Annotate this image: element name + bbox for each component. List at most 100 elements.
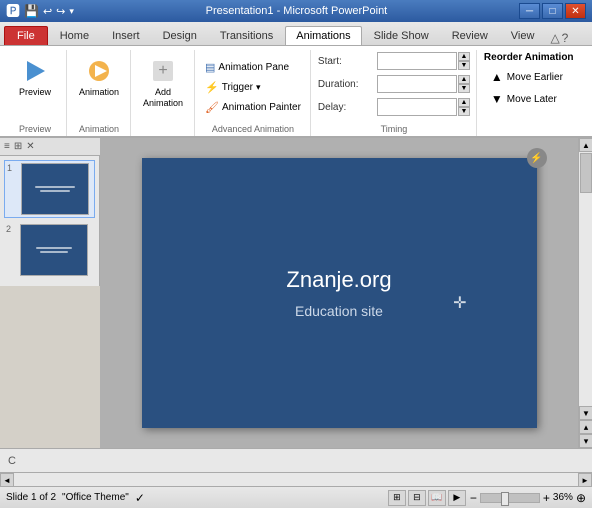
slideshow-button[interactable]: ▶ <box>448 490 466 506</box>
maximize-button[interactable]: □ <box>542 3 563 19</box>
status-right: ⊞ ⊟ 📖 ▶ − + 36% ⊕ <box>388 490 586 506</box>
ribbon-group-animation: Animation Animation <box>68 50 131 136</box>
panel-slides-icon[interactable]: ⊞ <box>14 141 22 152</box>
adv-col: ▤ Animation Pane ⚡ Trigger ▾ 🖌 Animation… <box>200 58 306 117</box>
tab-home[interactable]: Home <box>49 26 100 45</box>
duration-up[interactable]: ▲ <box>458 75 470 84</box>
slide-subtitle: Education site <box>295 303 383 319</box>
slide-preview-2 <box>20 224 88 276</box>
move-earlier-icon: ▲ <box>491 70 503 84</box>
close-button[interactable]: ✕ <box>565 3 586 19</box>
animation-label: Animation <box>79 87 119 98</box>
duration-input[interactable] <box>377 75 457 93</box>
zoom-slider[interactable] <box>480 493 540 503</box>
slide-preview-lines-1 <box>31 182 79 196</box>
scroll-extra-up[interactable]: ▴ <box>579 420 592 434</box>
scroll-up-button[interactable]: ▲ <box>579 138 592 152</box>
view-buttons: ⊞ ⊟ 📖 ▶ <box>388 490 466 506</box>
preview-button[interactable]: Preview <box>10 52 60 101</box>
delay-down[interactable]: ▼ <box>458 107 470 116</box>
tab-slideshow[interactable]: Slide Show <box>363 26 440 45</box>
tab-design[interactable]: Design <box>152 26 208 45</box>
title-bar-left: 🅿 💾 ↩ ↪ ▾ <box>6 1 74 21</box>
spellcheck-icon[interactable]: ✓ <box>135 491 145 505</box>
preview-icon <box>19 55 51 87</box>
ribbon-group-timing: Start: ▲ ▼ Duration: ▲ ▼ <box>312 50 477 136</box>
slide-thumb-2[interactable]: 2 <box>4 222 95 278</box>
zoom-in-button[interactable]: + <box>543 491 550 505</box>
animation-button[interactable]: Animation <box>74 52 124 101</box>
slide-num-2: 2 <box>6 224 16 234</box>
animation-group-label: Animation <box>79 122 119 134</box>
slide-sorter-button[interactable]: ⊟ <box>408 490 426 506</box>
zoom-level: 36% <box>553 492 573 503</box>
quick-undo[interactable]: ↩ <box>43 5 52 18</box>
scroll-thumb-v[interactable] <box>580 153 592 193</box>
delay-spinner: ▲ ▼ <box>458 98 470 116</box>
preview-line-4 <box>40 251 68 253</box>
tab-transitions[interactable]: Transitions <box>209 26 284 45</box>
start-input[interactable] <box>377 52 457 70</box>
slide-num-1: 1 <box>7 163 17 173</box>
start-spinner: ▲ ▼ <box>458 52 470 70</box>
start-down[interactable]: ▼ <box>458 61 470 70</box>
scroll-track-h[interactable] <box>14 473 578 486</box>
panel-outline-icon[interactable]: ≡ <box>4 141 10 152</box>
preview-label: Preview <box>19 87 51 98</box>
scroll-extra-down[interactable]: ▾ <box>579 434 592 448</box>
vertical-scrollbar: ▲ ▼ ▴ ▾ <box>578 138 592 448</box>
fit-button[interactable]: ⊕ <box>576 491 586 505</box>
theme-name: "Office Theme" <box>62 492 129 503</box>
duration-spinner: ▲ ▼ <box>458 75 470 93</box>
ribbon-help[interactable]: ? <box>562 31 569 45</box>
duration-down[interactable]: ▼ <box>458 84 470 93</box>
animation-painter-label: Animation Painter <box>222 102 301 113</box>
zoom-slider-thumb[interactable] <box>501 492 509 506</box>
minimize-button[interactable]: ─ <box>519 3 540 19</box>
tab-review[interactable]: Review <box>441 26 499 45</box>
slide-count: Slide 1 of 2 <box>6 492 56 503</box>
title-bar: 🅿 💾 ↩ ↪ ▾ Presentation1 - Microsoft Powe… <box>0 0 592 22</box>
move-later-icon: ▼ <box>491 92 503 106</box>
notes-tab-label[interactable]: C <box>8 455 16 467</box>
ribbon: Preview Preview Animation Animation <box>0 46 592 138</box>
ribbon-expand[interactable]: △ <box>550 31 559 45</box>
tab-insert[interactable]: Insert <box>101 26 151 45</box>
scroll-right-button[interactable]: ► <box>578 473 592 487</box>
animation-icon <box>83 55 115 87</box>
quick-redo[interactable]: ↪ <box>56 5 65 18</box>
start-up[interactable]: ▲ <box>458 52 470 61</box>
animation-painter-button[interactable]: 🖌 Animation Painter <box>200 98 306 117</box>
zoom-out-button[interactable]: − <box>470 491 477 505</box>
tab-file[interactable]: File <box>4 26 48 45</box>
trigger-button[interactable]: ⚡ Trigger ▾ <box>200 78 306 97</box>
status-left: Slide 1 of 2 "Office Theme" ✓ <box>6 491 145 505</box>
move-later-button[interactable]: ▼ Move Later <box>484 89 574 109</box>
normal-view-button[interactable]: ⊞ <box>388 490 406 506</box>
quick-save[interactable]: 💾 <box>24 4 39 18</box>
reading-view-button[interactable]: 📖 <box>428 490 446 506</box>
add-animation-label: AddAnimation <box>143 87 183 109</box>
preview-line-3 <box>36 247 72 249</box>
add-animation-button[interactable]: + AddAnimation <box>138 52 188 112</box>
animation-pane-button[interactable]: ▤ Animation Pane <box>200 58 306 77</box>
delay-label: Delay: <box>318 102 373 113</box>
scroll-left-button[interactable]: ◄ <box>0 473 14 487</box>
scroll-down-button[interactable]: ▼ <box>579 406 592 420</box>
ribbon-group-advanced-animation: ▤ Animation Pane ⚡ Trigger ▾ 🖌 Animation… <box>196 50 311 136</box>
panel-close-icon[interactable]: ✕ <box>26 141 34 152</box>
move-earlier-button[interactable]: ▲ Move Earlier <box>484 67 574 87</box>
scroll-track-v[interactable] <box>579 152 592 406</box>
tab-animations[interactable]: Animations <box>285 26 361 45</box>
delay-input[interactable] <box>377 98 457 116</box>
tab-view[interactable]: View <box>500 26 546 45</box>
delay-up[interactable]: ▲ <box>458 98 470 107</box>
animation-indicator: ⚡ <box>527 148 547 168</box>
slide-title: Znanje.org <box>286 267 391 293</box>
slide-canvas[interactable]: Znanje.org Education site ✛ ⚡ <box>142 158 537 428</box>
add-animation-icon: + <box>147 55 179 87</box>
main-area: ≡ ⊞ ✕ 1 2 <box>0 138 592 448</box>
slide-thumb-1[interactable]: 1 <box>4 160 95 218</box>
horizontal-scrollbar: ◄ ► <box>0 472 592 486</box>
reorder-title: Reorder Animation <box>484 52 574 63</box>
